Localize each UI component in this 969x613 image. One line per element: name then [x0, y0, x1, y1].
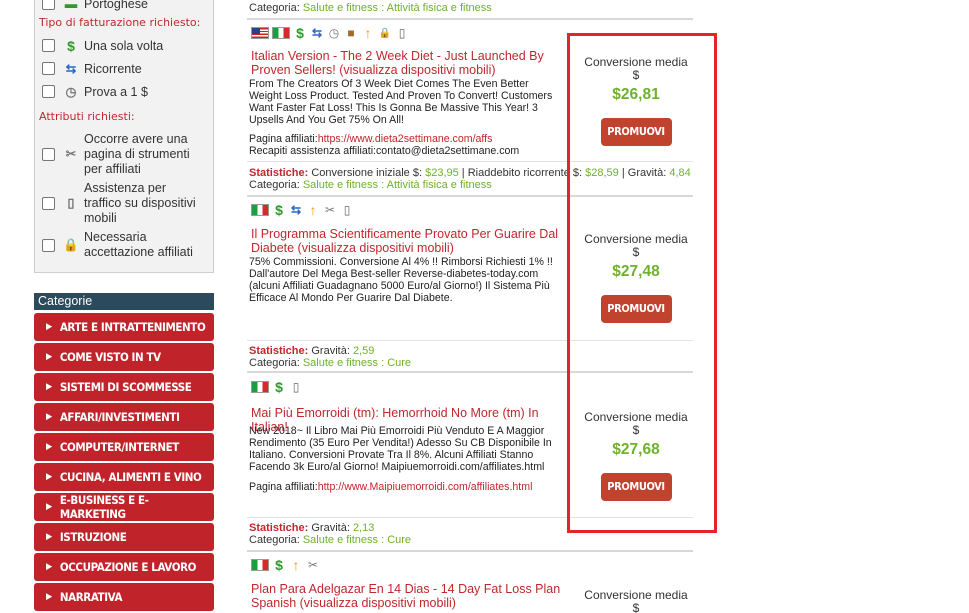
- mobile-icon: ▯: [67, 196, 75, 210]
- filter-option-tools[interactable]: ✂ Occorre avere una pagina di strumenti …: [42, 132, 212, 177]
- checkbox[interactable]: [42, 197, 55, 210]
- separator: [247, 550, 693, 552]
- dollar-icon: $: [275, 378, 283, 395]
- tools-icon: ✂: [324, 202, 336, 217]
- tools-icon: ✂: [65, 147, 77, 161]
- product-1-category: Categoria: Salute e fitness : Attività f…: [249, 179, 492, 191]
- recurring-icon: ⇆: [311, 25, 323, 40]
- mobile-icon: ▯: [398, 25, 406, 40]
- product-2-category: Categoria: Salute e fitness : Cure: [249, 357, 412, 369]
- recurring-icon: ⇆: [65, 62, 77, 76]
- triangle-right-icon: ▶: [46, 412, 52, 422]
- lock-icon: 🔒: [63, 237, 79, 252]
- product-2-stats: Statistiche: Gravità: 2,59: [249, 345, 375, 357]
- filter-option-mobile[interactable]: ▯ Assistenza per traffico su dispositivi…: [42, 181, 212, 226]
- mobile-icon: ▯: [343, 202, 351, 217]
- affiliate-page-link[interactable]: https://www.dieta2settimane.com/affs: [318, 133, 493, 145]
- filter-option-trial[interactable]: ◷ Prova a 1 $: [42, 85, 212, 100]
- filter-option-language[interactable]: ▬ Portoghese: [42, 0, 212, 12]
- product-1-affiliate-page: Pagina affiliati:https://www.dieta2setti…: [249, 133, 493, 145]
- product-1-icons: $ ⇆ ◷ ■ ↑ 🔒 ▯: [251, 26, 409, 40]
- dollar-icon: $: [275, 201, 283, 218]
- checkbox[interactable]: [42, 85, 55, 98]
- triangle-right-icon: ▶: [46, 352, 52, 362]
- product-4-title[interactable]: Plan Para Adelgazar En 14 Dias - 14 Day …: [251, 582, 566, 610]
- highlight-box: [567, 33, 717, 533]
- category-business[interactable]: ▶ AFFARI/INVESTIMENTI: [34, 403, 214, 431]
- category-betting[interactable]: ▶ SISTEMI DI SCOMMESSE: [34, 373, 214, 401]
- triangle-right-icon: ▶: [46, 442, 52, 452]
- category-education[interactable]: ▶ ISTRUZIONE: [34, 523, 214, 551]
- category-link[interactable]: Salute e fitness : Cure: [303, 534, 411, 546]
- triangle-right-icon: ▶: [46, 532, 52, 542]
- product-3-stats: Statistiche: Gravità: 2,13: [249, 522, 375, 534]
- product-1-contact: Recapiti assistenza affiliati:contato@di…: [249, 145, 520, 157]
- italy-flag-icon: [251, 204, 269, 216]
- triangle-right-icon: ▶: [46, 562, 52, 572]
- upsell-arrow-icon: ↑: [292, 556, 300, 573]
- category-as-seen-on-tv[interactable]: ▶ COME VISTO IN TV: [34, 343, 214, 371]
- triangle-right-icon: ▶: [46, 502, 52, 512]
- product-4-price-box: Conversione media $: [584, 588, 688, 613]
- product-3-icons: $ ▯: [251, 380, 303, 394]
- clock-icon: ◷: [328, 25, 340, 40]
- mobile-icon: ▯: [292, 379, 300, 394]
- filter-option-approval[interactable]: 🔒 Necessaria accettazione affiliati: [42, 230, 212, 260]
- category-link[interactable]: Salute e fitness : Attività fisica e fit…: [303, 2, 492, 14]
- triangle-right-icon: ▶: [46, 322, 52, 332]
- recurring-icon: ⇆: [290, 202, 302, 217]
- category-link[interactable]: Salute e fitness : Cure: [303, 357, 411, 369]
- upsell-arrow-icon: ↑: [364, 24, 372, 41]
- italy-flag-icon: [251, 381, 269, 393]
- italy-flag-icon: [272, 27, 290, 39]
- filter-panel: ▬ Portoghese Tipo di fatturazione richie…: [34, 0, 214, 273]
- category-employment[interactable]: ▶ OCCUPAZIONE E LAVORO: [34, 553, 214, 581]
- clock-icon: ◷: [65, 85, 77, 99]
- product-4-icons: $ ↑ ✂: [251, 558, 320, 572]
- product-1-title[interactable]: Italian Version - The 2 Week Diet - Just…: [251, 49, 566, 77]
- triangle-right-icon: ▶: [46, 592, 52, 602]
- filter-option-once[interactable]: $ Una sola volta: [42, 39, 212, 54]
- triangle-right-icon: ▶: [46, 472, 52, 482]
- product-3-description: New 2018~ Il Libro Mai Più Emorroidi Più…: [249, 425, 552, 473]
- checkbox[interactable]: [42, 62, 55, 75]
- product-2-description: 75% Commissioni. Conversione Al 4% !! Ri…: [249, 256, 553, 304]
- separator: [247, 18, 693, 20]
- upsell-arrow-icon: ↑: [309, 201, 317, 218]
- us-flag-icon: [251, 27, 269, 39]
- category-fiction[interactable]: ▶ NARRATIVA: [34, 583, 214, 611]
- category-cooking[interactable]: ▶ CUCINA, ALIMENTI E VINO: [34, 463, 214, 491]
- triangle-right-icon: ▶: [46, 382, 52, 392]
- flag-icon: ▬: [64, 0, 78, 11]
- category-link[interactable]: Salute e fitness : Attività fisica e fit…: [303, 179, 492, 191]
- checkbox[interactable]: [42, 39, 55, 52]
- affiliate-page-link[interactable]: http://www.Maipiuemorroidi.com/affiliate…: [318, 481, 533, 493]
- categories-header: Categorie: [34, 293, 214, 310]
- lock-icon: 🔒: [378, 27, 392, 39]
- category-arts[interactable]: ▶ ARTE E INTRATTENIMENTO: [34, 313, 214, 341]
- dollar-icon: $: [67, 38, 75, 54]
- checkbox[interactable]: [42, 238, 55, 252]
- attributes-section-title: Attributi richiesti:: [39, 110, 135, 123]
- billing-section-title: Tipo di fatturazione richiesto:: [39, 16, 201, 29]
- product-3-affiliate-page: Pagina affiliati:http://www.Maipiuemorro…: [249, 481, 533, 493]
- product-2-title[interactable]: Il Programma Scientificamente Provato Pe…: [251, 227, 566, 255]
- category-computer[interactable]: ▶ COMPUTER/INTERNET: [34, 433, 214, 461]
- filter-option-recurring[interactable]: ⇆ Ricorrente: [42, 62, 212, 77]
- italy-flag-icon: [251, 559, 269, 571]
- checkbox[interactable]: [42, 148, 55, 161]
- prev-category-line: Categoria: Salute e fitness : Attività f…: [249, 2, 492, 14]
- product-1-description: From The Creators Of 3 Week Diet Comes T…: [249, 78, 553, 126]
- briefcase-icon: ■: [347, 25, 355, 40]
- product-3-category: Categoria: Salute e fitness : Cure: [249, 534, 412, 546]
- dollar-icon: $: [296, 24, 304, 41]
- checkbox[interactable]: [42, 0, 55, 10]
- product-2-icons: $ ⇆ ↑ ✂ ▯: [251, 203, 354, 217]
- category-ebusiness[interactable]: ▶ E-BUSINESS E E-MARKETING: [34, 493, 214, 521]
- dollar-icon: $: [275, 556, 283, 573]
- tools-icon: ✂: [307, 557, 319, 572]
